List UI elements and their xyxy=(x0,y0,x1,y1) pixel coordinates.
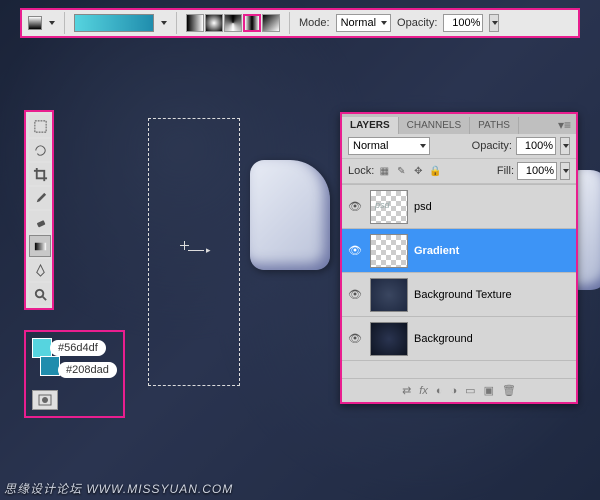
layer-opacity-flyout-icon[interactable] xyxy=(560,137,570,155)
gradient-reflected-button[interactable] xyxy=(243,14,261,32)
visibility-icon[interactable]: 👁 xyxy=(346,200,364,213)
canvas-3d-object xyxy=(250,160,330,270)
panel-tabs: LAYERS CHANNELS PATHS ▾≡ xyxy=(342,114,576,134)
tab-layers[interactable]: LAYERS xyxy=(342,117,399,134)
zoom-tool[interactable] xyxy=(29,283,51,305)
visibility-icon[interactable]: 👁 xyxy=(346,332,364,345)
crop-tool[interactable] xyxy=(29,163,51,185)
link-layers-icon[interactable]: ⇄ xyxy=(402,384,411,397)
panel-footer: ⇄ fx ◐ ◑ ▭ ▣ 🗑 xyxy=(342,378,576,402)
layer-name[interactable]: Gradient xyxy=(414,245,572,257)
gradient-linear-button[interactable] xyxy=(186,14,204,32)
lock-all-icon[interactable]: 🔒 xyxy=(428,164,442,178)
gradient-angle-button[interactable] xyxy=(224,14,242,32)
layer-thumbnail[interactable] xyxy=(370,322,408,356)
layer-group-icon[interactable]: ▭ xyxy=(465,384,475,397)
visibility-icon[interactable]: 👁 xyxy=(346,244,364,257)
lock-transparency-icon[interactable]: ▦ xyxy=(377,164,391,178)
layer-opacity-label: Opacity: xyxy=(472,140,512,152)
layer-thumbnail[interactable]: psd xyxy=(370,190,408,224)
tab-channels[interactable]: CHANNELS xyxy=(399,117,470,134)
marquee-tool[interactable] xyxy=(29,115,51,137)
tab-paths[interactable]: PATHS xyxy=(470,117,519,134)
layer-thumbnail[interactable] xyxy=(370,278,408,312)
gradient-tool[interactable] xyxy=(29,235,51,257)
layer-row[interactable]: 👁 psd psd xyxy=(342,184,576,228)
layer-fx-icon[interactable]: fx xyxy=(419,385,428,397)
panel-menu-icon[interactable]: ▾≡ xyxy=(553,116,576,134)
lock-pixels-icon[interactable]: ✎ xyxy=(394,164,408,178)
blend-mode-dropdown[interactable]: Normal xyxy=(348,137,430,155)
lasso-tool[interactable] xyxy=(29,139,51,161)
layer-row[interactable]: 👁 Background Texture xyxy=(342,272,576,316)
layer-thumbnail[interactable] xyxy=(370,234,408,268)
layers-panel: LAYERS CHANNELS PATHS ▾≡ Normal Opacity:… xyxy=(340,112,578,404)
mode-dropdown[interactable]: Normal xyxy=(336,14,391,32)
layer-opacity-input[interactable]: 100% xyxy=(516,137,556,155)
mode-label: Mode: xyxy=(299,17,330,29)
opacity-flyout-icon[interactable] xyxy=(489,14,499,32)
color-chip-top: #56d4df xyxy=(32,338,117,358)
gradient-picker-dropdown-icon[interactable] xyxy=(161,21,167,25)
toolbox xyxy=(24,110,54,310)
gradient-diamond-button[interactable] xyxy=(262,14,280,32)
gradient-preview[interactable] xyxy=(74,14,154,32)
fill-label: Fill: xyxy=(497,165,514,177)
eraser-tool[interactable] xyxy=(29,211,51,233)
gradient-options-bar: Mode: Normal Opacity: 100% xyxy=(20,8,580,38)
swatch-dropdown-icon[interactable] xyxy=(49,21,55,25)
fill-input[interactable]: 100% xyxy=(517,162,557,180)
layer-row[interactable]: 👁 Gradient xyxy=(342,228,576,272)
delete-layer-icon[interactable]: 🗑 xyxy=(502,384,516,397)
layer-mask-icon[interactable]: ◐ xyxy=(436,385,443,397)
pen-tool[interactable] xyxy=(29,259,51,281)
adjustment-layer-icon[interactable]: ◑ xyxy=(451,385,458,397)
fill-flyout-icon[interactable] xyxy=(560,162,570,180)
gradient-drag-indicator: ▸ xyxy=(188,245,211,256)
opacity-input[interactable]: 100% xyxy=(443,14,483,32)
opacity-label: Opacity: xyxy=(397,17,437,29)
layer-name[interactable]: Background Texture xyxy=(414,289,572,301)
color-swatch-bottom[interactable] xyxy=(40,356,60,376)
brush-tool[interactable] xyxy=(29,187,51,209)
layer-name[interactable]: Background xyxy=(414,333,572,345)
watermark: 思缘设计论坛 WWW.MISSYUAN.COM xyxy=(4,480,233,497)
gradient-type-group xyxy=(186,14,280,32)
foreground-swatch[interactable] xyxy=(28,16,42,30)
color-swatch-top[interactable] xyxy=(32,338,52,358)
color-label-bottom: #208dad xyxy=(58,362,117,378)
new-layer-icon[interactable]: ▣ xyxy=(484,384,494,397)
visibility-icon[interactable]: 👁 xyxy=(346,288,364,301)
color-chip-bottom: #208dad xyxy=(32,362,117,378)
layer-row[interactable]: 👁 Background xyxy=(342,316,576,360)
quickmask-button[interactable] xyxy=(32,390,58,410)
layer-name[interactable]: psd xyxy=(414,201,572,213)
gradient-radial-button[interactable] xyxy=(205,14,223,32)
color-chips: #56d4df #208dad xyxy=(24,330,125,418)
color-label-top: #56d4df xyxy=(50,340,106,356)
lock-position-icon[interactable]: ✥ xyxy=(411,164,425,178)
layer-list: 👁 psd psd 👁 Gradient 👁 Background Textur… xyxy=(342,184,576,378)
lock-label: Lock: xyxy=(348,165,374,177)
